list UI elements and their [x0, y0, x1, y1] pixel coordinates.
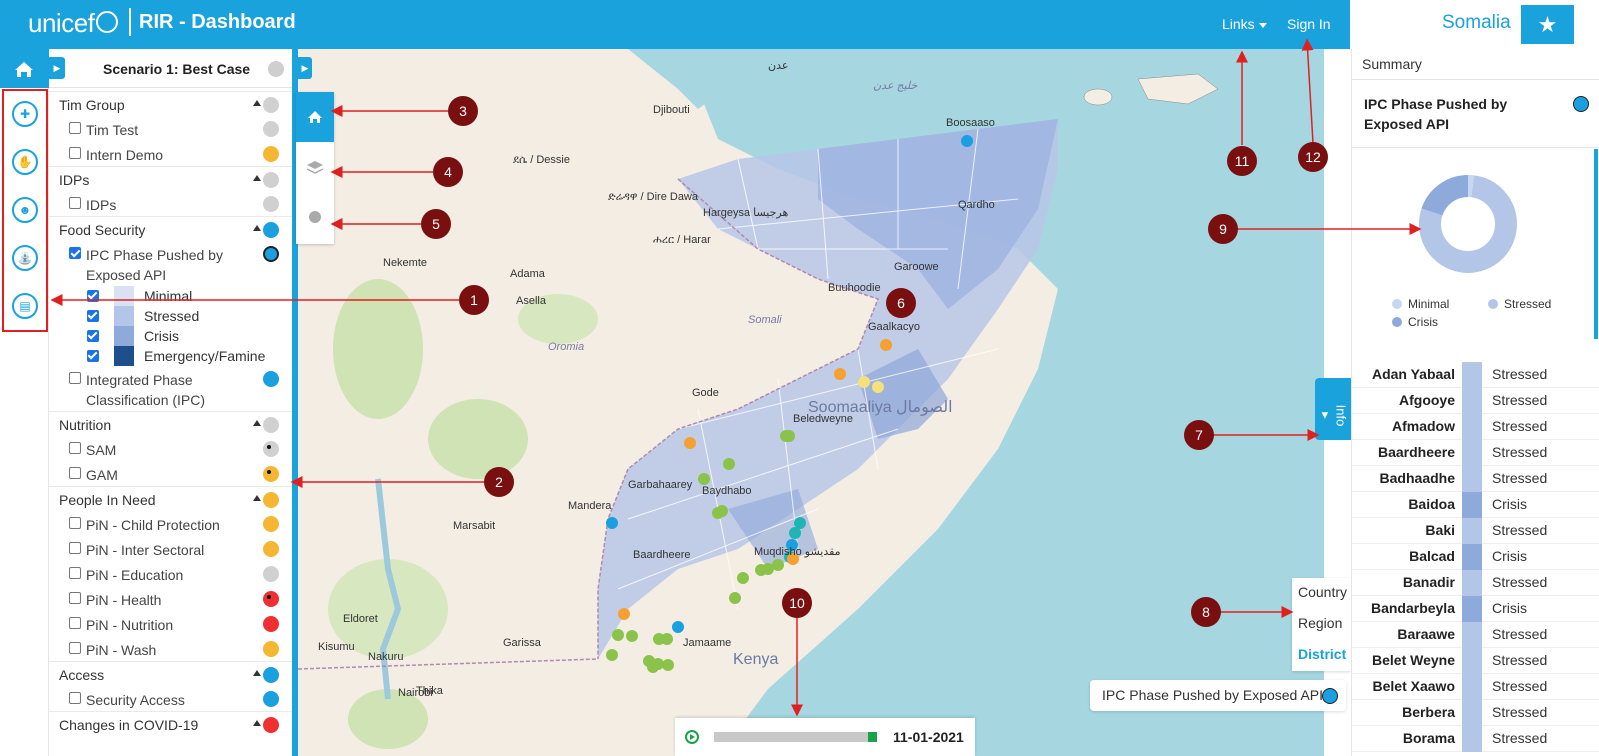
annotation-badge: 10 [782, 588, 812, 618]
annotation-badge: 4 [433, 157, 463, 187]
annotation-badge: 11 [1227, 146, 1257, 176]
annotation-badge: 5 [421, 209, 451, 239]
annotation-badge: 7 [1184, 420, 1214, 450]
annotation-badge: 1 [459, 285, 489, 315]
annotation-badge: 3 [448, 96, 478, 126]
annotation-badge: 8 [1191, 597, 1221, 627]
annotation-badge: 6 [886, 288, 916, 318]
annotation-badge: 2 [484, 467, 514, 497]
annotation-badge: 9 [1208, 214, 1238, 244]
annotation-badge: 12 [1298, 142, 1328, 172]
annotation-arrows [50, 38, 1422, 717]
